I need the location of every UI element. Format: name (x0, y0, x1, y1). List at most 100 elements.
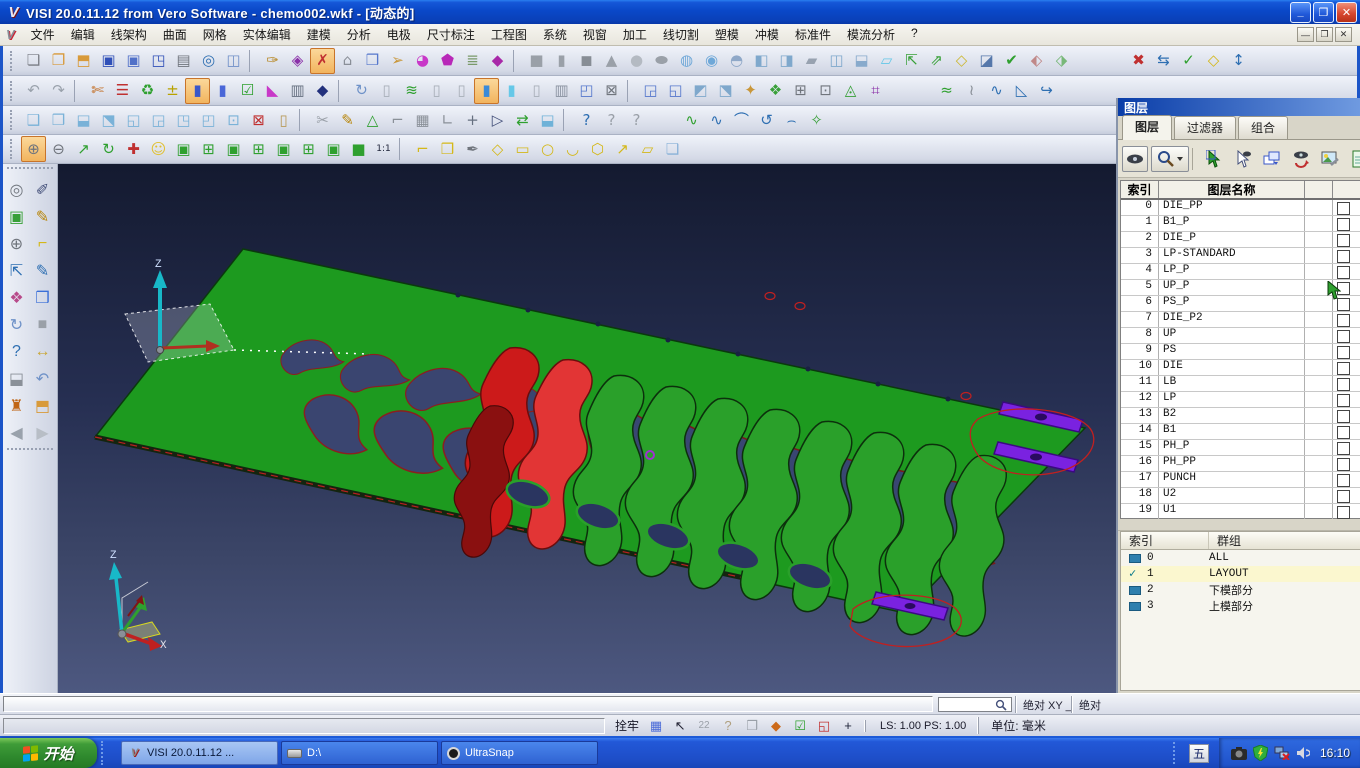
tab-filters[interactable]: 过滤器 (1174, 116, 1237, 139)
cylinder-cyan-button[interactable]: ▮ (499, 78, 524, 104)
corner-tool-button[interactable]: ⌐ (385, 107, 410, 133)
measure-distance-button[interactable]: ↔ (30, 340, 55, 364)
split-window-button[interactable]: ◫ (221, 48, 246, 74)
mdi-close-button[interactable]: ✕ (1335, 27, 1352, 42)
layer-visibility-checkbox[interactable] (1333, 216, 1360, 231)
view-shaded-button[interactable]: ■ (346, 136, 371, 162)
menu-item-17[interactable]: 冲模 (747, 24, 787, 45)
spark-tool-button[interactable]: ✦ (738, 78, 763, 104)
sheet-cube-button[interactable]: ❒ (360, 48, 385, 74)
cylinder-d-button[interactable]: ▯ (524, 78, 549, 104)
taskbar-task-1[interactable]: V VISI 20.0.11.12 ... (121, 741, 278, 765)
frame-select-button[interactable]: ▣ (4, 205, 29, 229)
badge-22[interactable]: 22 (695, 720, 713, 731)
menu-item-3[interactable]: 线架构 (103, 24, 155, 45)
cylinder-view-button[interactable]: ▮ (210, 78, 235, 104)
arc-blue-button[interactable]: ⌒ (729, 107, 754, 133)
validate-tool-button[interactable]: ✔ (999, 48, 1024, 74)
plus-tool[interactable]: + (839, 718, 857, 733)
cube-edit-2-button[interactable]: ❒ (46, 107, 71, 133)
group-row-上模部分[interactable]: 3 上模部分 (1121, 598, 1360, 614)
help-disabled[interactable]: ? (719, 718, 737, 733)
clock[interactable]: 16:10 (1320, 746, 1350, 760)
rotate-view-button[interactable]: ↻ (96, 136, 121, 162)
zoom-preview-button[interactable] (1151, 145, 1189, 172)
layer-row-U1[interactable]: 19 U1 (1121, 504, 1360, 520)
start-button[interactable]: 开始 (0, 738, 97, 768)
torus-primitive-button[interactable]: ⬬ (649, 48, 674, 74)
layer-visibility-checkbox[interactable] (1333, 408, 1360, 423)
bucket-tool-button[interactable]: ⬓ (535, 107, 560, 133)
zoom-window-button[interactable]: ⊕ (21, 136, 46, 162)
help-entity-button[interactable]: ? (624, 107, 649, 133)
layer-visibility-checkbox[interactable] (1333, 392, 1360, 407)
star-curve-button[interactable]: ✧ (804, 107, 829, 133)
menu-item-7[interactable]: 建模 (299, 24, 339, 45)
tail-curve-button[interactable]: ∿ (984, 78, 1009, 104)
check-mode[interactable]: ☑ (791, 718, 809, 734)
tail-wire-button[interactable]: ≀ (959, 78, 984, 104)
print-button[interactable]: ▤ (171, 48, 196, 74)
layer-row-LP[interactable]: 12 LP (1121, 392, 1360, 408)
tray-separator[interactable] (1172, 742, 1183, 764)
menu-item-19[interactable]: 模流分析 (839, 24, 903, 45)
rainbow-surface-button[interactable]: ◕ (410, 48, 435, 74)
tail-wave-button[interactable]: ≈ (934, 78, 959, 104)
menu-item-1[interactable]: 文件 (23, 24, 63, 45)
menu-item-11[interactable]: 工程图 (483, 24, 535, 45)
regen-tool-button[interactable]: ↻ (349, 78, 374, 104)
screen-capture[interactable]: ◱ (815, 718, 833, 734)
cube-left-button[interactable]: ◰ (196, 107, 221, 133)
snap-lock-label[interactable]: 拴牢 (605, 717, 647, 734)
cube-edit-1-button[interactable]: ❑ (21, 107, 46, 133)
layer-visibility-checkbox[interactable] (1333, 344, 1360, 359)
view-back-button[interactable]: ▣ (221, 136, 246, 162)
cube-upper-button[interactable]: ◳ (171, 107, 196, 133)
view-front-button[interactable]: ⊞ (196, 136, 221, 162)
triangle-tool-button[interactable]: △ (360, 107, 385, 133)
menu-item-14[interactable]: 加工 (615, 24, 655, 45)
layer-row-PS_P[interactable]: 6 PS_P (1121, 296, 1360, 312)
mdi-restore-button[interactable]: ❐ (1316, 27, 1333, 42)
profile-polygon-button[interactable]: ⬡ (585, 136, 610, 162)
layer-visibility-checkbox[interactable] (1333, 488, 1360, 503)
search-box[interactable] (938, 697, 1012, 712)
right-tool-flip-button[interactable]: ↕ (1226, 48, 1251, 74)
nav-back-button[interactable]: ◀ (4, 421, 29, 445)
zoom-select-button[interactable]: ◎ (4, 178, 29, 202)
shading-mode-button[interactable]: ☺ (146, 136, 171, 162)
cylinder-select-button[interactable]: ▮ (185, 77, 210, 104)
layer-stack-button[interactable]: ≣ (460, 48, 485, 74)
save-as-button[interactable]: ▣ (121, 48, 146, 74)
pencil-circle-button[interactable]: ✎ (335, 107, 360, 133)
toolbar-grip[interactable] (7, 167, 53, 175)
zoom-dynamic-button[interactable]: ⊖ (46, 136, 71, 162)
hatch-grid-button[interactable]: ▦ (410, 107, 435, 133)
cylinder-a-button[interactable]: ▯ (374, 78, 399, 104)
menu-item-4[interactable]: 曲面 (155, 24, 195, 45)
layer-visibility-checkbox[interactable] (1333, 424, 1360, 439)
layer-row-DIE_PP[interactable]: 0 DIE_PP (1121, 200, 1360, 216)
volume-tray-icon[interactable] (1296, 746, 1310, 760)
tail-corner-button[interactable]: ◺ (1009, 78, 1034, 104)
cone-primitive-button[interactable]: ▲ (599, 48, 624, 74)
layer-visibility-checkbox[interactable] (1333, 312, 1360, 327)
cylinder-primitive-button[interactable]: ▮ (549, 48, 574, 74)
undo-button[interactable]: ↶ (21, 78, 46, 104)
panel-splitter[interactable] (1118, 519, 1360, 531)
revolve-tool-button[interactable]: ◉ (699, 48, 724, 74)
layer-row-B1[interactable]: 14 B1 (1121, 424, 1360, 440)
layer-row-LP_P[interactable]: 4 LP_P (1121, 264, 1360, 280)
profile-export-button[interactable]: ↗ (610, 136, 635, 162)
block-primitive-button[interactable]: ◼ (574, 48, 599, 74)
select-visible-button[interactable] (1230, 146, 1256, 172)
box-primitive-button[interactable]: ■ (524, 48, 549, 74)
doc-disabled[interactable]: ❒ (743, 718, 761, 734)
box-lower-button[interactable]: ◱ (663, 78, 688, 104)
solid-magenta-button[interactable]: ⬟ (435, 48, 460, 74)
magenta-box-button[interactable]: ◆ (485, 48, 510, 74)
group-row-下模部分[interactable]: 2 下模部分 (1121, 582, 1360, 598)
profile-rect-button[interactable]: ❒ (435, 136, 460, 162)
scale-one-to-one-button[interactable]: 1:1 (371, 136, 396, 162)
trash-tool-button[interactable]: ⬓ (4, 367, 29, 391)
